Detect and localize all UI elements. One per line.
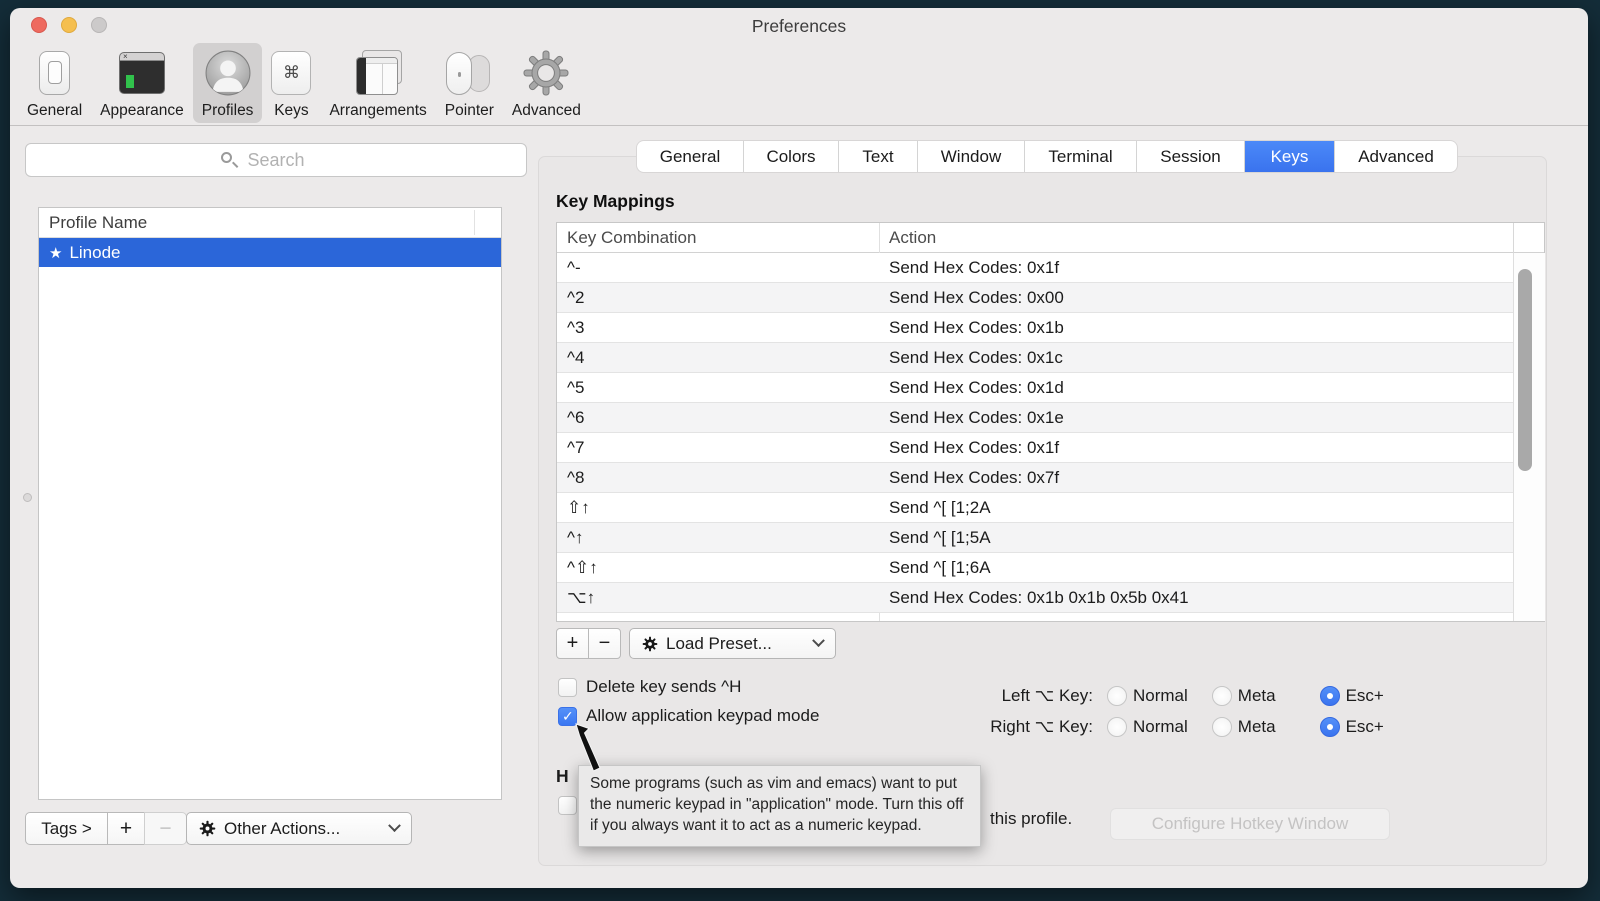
tab-colors[interactable]: Colors [744,141,839,172]
keypad-mode-tooltip: Some programs (such as vim and emacs) wa… [578,765,981,847]
other-actions-dropdown[interactable]: Other Actions... [186,812,412,845]
delete-key-sends-label: Delete key sends ^H [586,677,741,697]
hotkey-window-checkbox[interactable] [558,796,577,815]
search-input[interactable] [25,143,527,177]
column-action: Action [879,228,936,248]
table-row[interactable]: ^-Send Hex Codes: 0x1f [557,253,1513,283]
right-option-esc-radio[interactable] [1320,717,1340,737]
gear-icon [199,820,216,837]
profile-name: Linode [69,243,120,263]
title-bar: Preferences [10,8,1588,42]
left-option-esc-radio[interactable] [1320,686,1340,706]
table-row[interactable]: ^3Send Hex Codes: 0x1b [557,313,1513,343]
arrangements-icon [353,47,403,99]
toolbar-item-advanced[interactable]: Advanced [503,43,590,123]
configure-hotkey-window-button: Configure Hotkey Window [1110,808,1390,840]
chevron-down-icon [812,634,825,647]
left-option-normal-radio[interactable] [1107,686,1127,706]
scrollbar-thumb[interactable] [1518,269,1532,471]
left-option-key-label: Left ⌥ Key: [973,686,1093,706]
profiles-icon [205,47,251,99]
hotkey-sentence-end: this profile. [990,809,1072,829]
key-mappings-heading: Key Mappings [556,191,675,212]
minimize-button[interactable] [61,17,77,33]
table-row[interactable]: ^4Send Hex Codes: 0x1c [557,343,1513,373]
table-row[interactable]: ^↑Send ^[ [1;5A [557,523,1513,553]
close-button[interactable] [31,17,47,33]
keys-icon: ⌘ [271,47,311,99]
profile-list: Profile Name ★ Linode [38,207,502,800]
key-mappings-table: Key Combination Action ^-Send Hex Codes:… [556,222,1545,622]
column-key-combination: Key Combination [557,228,879,248]
toolbar-item-keys[interactable]: ⌘ Keys [262,43,320,123]
window-title: Preferences [10,8,1588,44]
tab-advanced[interactable]: Advanced [1335,141,1457,172]
tab-keys[interactable]: Keys [1245,141,1335,172]
toolbar-item-appearance[interactable]: × Appearance [91,43,193,123]
star-icon: ★ [49,244,62,262]
toolbar-item-pointer[interactable]: Pointer [436,43,503,123]
right-option-meta-radio[interactable] [1212,717,1232,737]
table-row[interactable]: ⌥↑Send Hex Codes: 0x1b 0x1b 0x5b 0x41 [557,583,1513,613]
table-row[interactable]: ^6Send Hex Codes: 0x1e [557,403,1513,433]
tab-window[interactable]: Window [918,141,1025,172]
add-mapping-button[interactable]: + [556,628,589,659]
add-profile-button[interactable]: + [107,812,145,845]
load-preset-dropdown[interactable]: Load Preset... [629,628,836,659]
toolbar-item-arrangements[interactable]: Arrangements [320,43,435,123]
profile-list-header[interactable]: Profile Name [39,208,501,238]
table-row[interactable]: ^2Send Hex Codes: 0x00 [557,283,1513,313]
appearance-icon: × [119,47,165,99]
remove-profile-button: − [144,812,187,845]
remove-mapping-button[interactable]: − [588,628,621,659]
profile-tabs: General Colors Text Window Terminal Sess… [637,141,1457,172]
toolbar-item-profiles[interactable]: Profiles [193,43,263,123]
left-option-meta-radio[interactable] [1212,686,1232,706]
scrollbar-track[interactable] [1513,253,1545,621]
pointer-icon [446,47,492,99]
table-header[interactable]: Key Combination Action [557,223,1544,253]
delete-key-sends-checkbox[interactable] [558,678,577,697]
table-row[interactable]: ^7Send Hex Codes: 0x1f [557,433,1513,463]
tab-general[interactable]: General [637,141,744,172]
tab-terminal[interactable]: Terminal [1025,141,1137,172]
search-icon [221,152,232,163]
gear-icon [642,636,658,652]
profile-row-linode[interactable]: ★ Linode [39,238,501,267]
mouse-cursor-icon [573,722,607,778]
table-row[interactable]: ^⇧↑Send ^[ [1;6A [557,553,1513,583]
advanced-gear-icon [522,47,570,99]
preferences-window: Preferences General × Appearance [10,8,1588,888]
table-row[interactable]: ^8Send Hex Codes: 0x7f [557,463,1513,493]
tab-session[interactable]: Session [1137,141,1245,172]
zoom-button-disabled [91,17,107,33]
right-option-normal-radio[interactable] [1107,717,1127,737]
tags-button[interactable]: Tags > [25,812,108,845]
hotkey-heading-partial: H [556,766,569,787]
toolbar-item-general[interactable]: General [18,43,91,123]
right-option-key-label: Right ⌥ Key: [973,717,1093,737]
table-row[interactable]: ^5Send Hex Codes: 0x1d [557,373,1513,403]
pane-splitter-handle[interactable] [23,493,32,502]
general-icon [39,47,70,99]
tab-text[interactable]: Text [839,141,918,172]
chevron-down-icon [388,819,401,832]
preferences-toolbar: General × Appearance [10,42,1588,126]
application-keypad-label: Allow application keypad mode [586,706,819,726]
table-row[interactable]: ⇧↑Send ^[ [1;2A [557,493,1513,523]
